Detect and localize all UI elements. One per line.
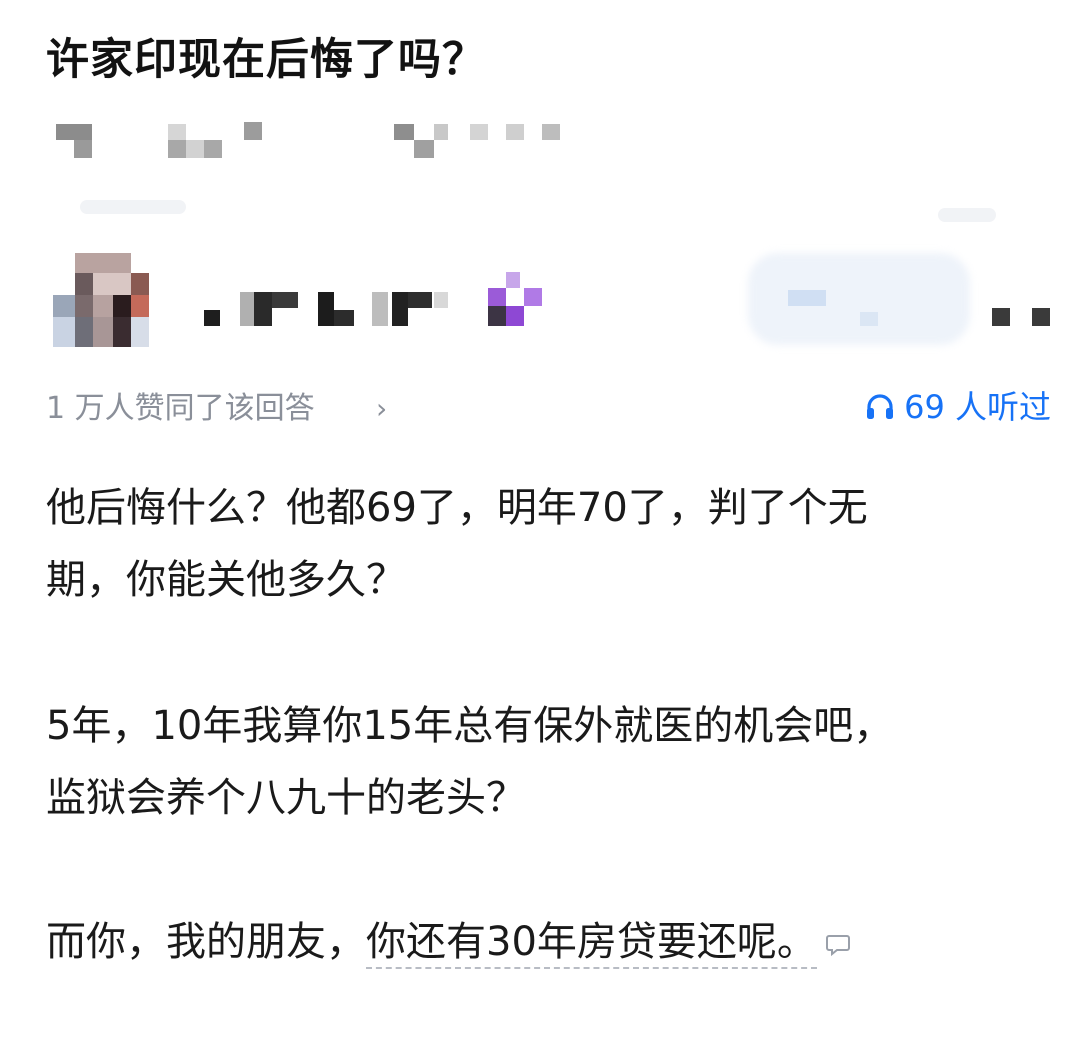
headphones-icon — [867, 394, 894, 419]
listen-button[interactable]: 69 人听过 — [864, 385, 1051, 429]
divider-left — [80, 200, 186, 214]
comment-bubble-icon[interactable] — [825, 908, 851, 980]
censored-follow-button[interactable] — [748, 253, 970, 345]
answer-text: 而你，我的朋友， — [46, 919, 366, 965]
divider-right — [938, 208, 996, 222]
chevron-right-icon[interactable]: › — [376, 387, 387, 431]
answer-page: 许家印现在后悔了吗？ 1 万人赞同了该回答 › 69 人听过 他后悔什么？他都6… — [0, 0, 1087, 1063]
answer-line: 期，你能关他多久？ — [46, 557, 406, 603]
answer-line: 他后悔什么？他都69了，明年70了，判了个无 — [46, 485, 868, 531]
answer-last-line: 而你，我的朋友，你还有30年房贷要还呢。 — [46, 906, 851, 980]
answer-meta-row: 1 万人赞同了该回答 › 69 人听过 — [46, 383, 1051, 433]
author-avatar[interactable] — [53, 253, 149, 347]
censored-follow-dot — [860, 312, 878, 326]
question-title[interactable]: 许家印现在后悔了吗？ — [46, 30, 486, 90]
answer-line: 监狱会养个八九十的老头？ — [46, 775, 526, 821]
censored-follow-icon — [788, 290, 826, 306]
agree-count[interactable]: 1 万人赞同了该回答 — [46, 387, 315, 431]
highlighted-comment-text[interactable]: 你还有30年房贷要还呢。 — [366, 919, 817, 969]
listen-count: 69 人听过 — [904, 388, 1051, 426]
answer-line: 5年，10年我算你15年总有保外就医的机会吧， — [46, 703, 894, 749]
